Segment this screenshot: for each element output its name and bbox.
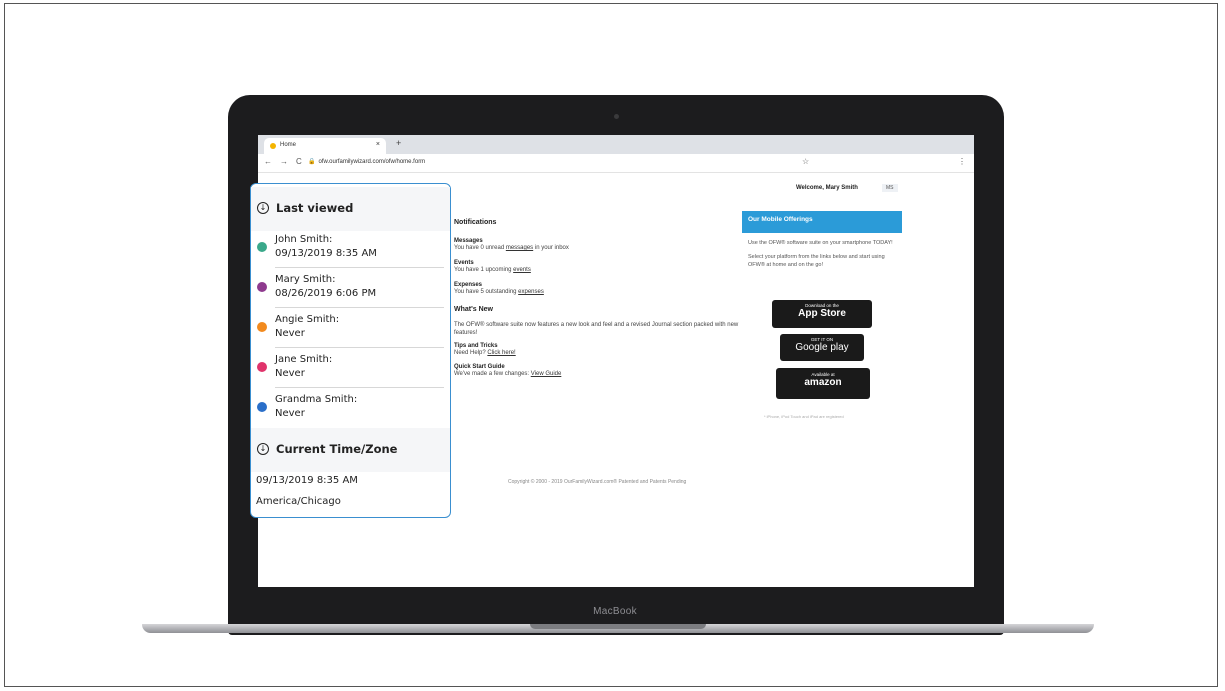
browser-menu-icon[interactable]: ⋮	[958, 157, 966, 166]
color-dot	[257, 322, 267, 332]
list-item[interactable]: Mary Smith: 08/26/2019 6:06 PM	[251, 268, 450, 308]
tips-link[interactable]: Click here!	[487, 350, 515, 356]
expenses-link[interactable]: expenses	[518, 289, 544, 295]
expenses-text: You have 5 outstanding expenses	[454, 288, 744, 296]
events-prefix: You have 1 upcoming	[454, 267, 514, 273]
download-circle-icon: ↓	[257, 443, 269, 455]
list-item[interactable]: Grandma Smith: Never	[251, 388, 450, 428]
events-text: You have 1 upcoming events	[454, 266, 744, 274]
whats-new-text: The OFW® software suite now features a n…	[454, 322, 739, 336]
last-viewed-header: ↓ Last viewed	[251, 187, 450, 231]
tab-title: Home	[280, 142, 297, 148]
new-tab-icon[interactable]: +	[396, 138, 401, 148]
notifications-title: Notifications	[454, 219, 497, 226]
app-store-badge[interactable]: Download on the App Store	[772, 300, 872, 328]
app-store-label: App Store	[798, 308, 846, 319]
color-dot	[257, 242, 267, 252]
messages-suffix: in your inbox	[533, 245, 569, 251]
user-name: John Smith:	[275, 234, 333, 245]
back-icon[interactable]: ←	[264, 157, 272, 166]
google-play-badge[interactable]: GET IT ON Google play	[780, 334, 864, 361]
guide-link[interactable]: View Guide	[531, 371, 562, 377]
list-item[interactable]: Jane Smith: Never	[251, 348, 450, 388]
welcome-text: Welcome, Mary Smith	[796, 185, 858, 191]
mobile-offerings-title: Our Mobile Offerings	[742, 211, 902, 233]
user-name: Mary Smith:	[275, 274, 336, 285]
user-badge[interactable]: MS	[882, 184, 898, 192]
amazon-badge[interactable]: Available at amazon	[776, 368, 870, 399]
laptop-notch	[530, 624, 706, 629]
close-tab-icon[interactable]: ×	[376, 141, 380, 148]
last-viewed-title: Last viewed	[276, 201, 354, 215]
mobile-footnote: * iPhone, iPod Touch and iPad are regist…	[764, 414, 844, 419]
messages-prefix: You have 0 unread	[454, 245, 506, 251]
current-time-header: ↓ Current Time/Zone	[251, 428, 450, 472]
mobile-line-2: Select your platform from the links belo…	[748, 254, 885, 268]
expenses-prefix: You have 5 outstanding	[454, 289, 519, 295]
camera-icon	[614, 114, 619, 119]
last-viewed-time: Never	[275, 408, 305, 419]
last-viewed-time: 09/13/2019 8:35 AM	[275, 248, 377, 259]
bookmark-star-icon[interactable]: ☆	[802, 157, 809, 166]
user-name: Angie Smith:	[275, 314, 340, 325]
download-circle-icon: ↓	[257, 202, 269, 214]
color-dot	[257, 402, 267, 412]
google-play-label: Google play	[795, 342, 849, 353]
browser-tab-bar: Home × +	[258, 135, 974, 154]
mobile-line-1: Use the OFW® software suite on your smar…	[748, 240, 893, 246]
messages-link[interactable]: messages	[506, 245, 533, 251]
user-name: Grandma Smith:	[275, 394, 358, 405]
reload-icon[interactable]: C	[296, 157, 302, 166]
laptop-brand-label: MacBook	[593, 606, 637, 617]
last-viewed-time: Never	[275, 328, 305, 339]
color-dot	[257, 282, 267, 292]
main-content: Notifications Messages You have 0 unread…	[454, 215, 744, 378]
favicon-icon	[270, 143, 276, 149]
forward-icon[interactable]: →	[280, 157, 288, 166]
url-text: ofw.ourfamilywizard.com/ofw/home.form	[318, 159, 426, 165]
address-bar[interactable]: 🔒 ofw.ourfamilywizard.com/ofw/home.form	[308, 158, 425, 165]
list-item[interactable]: John Smith: 09/13/2019 8:35 AM	[251, 228, 450, 268]
tips-text: Need Help? Click here!	[454, 349, 744, 357]
current-time-title: Current Time/Zone	[276, 442, 398, 456]
messages-text: You have 0 unread messages in your inbox	[454, 244, 744, 252]
mobile-offerings: Our Mobile Offerings Use the OFW® softwa…	[742, 211, 902, 419]
last-viewed-time: 08/26/2019 6:06 PM	[275, 288, 377, 299]
copyright-text: Copyright © 2000 - 2019 OurFamilyWizard.…	[508, 479, 687, 485]
guide-text: We've made a few changes: View Guide	[454, 370, 744, 378]
timezone-value: America/Chicago	[256, 496, 341, 507]
lock-icon: 🔒	[308, 159, 316, 165]
color-dot	[257, 362, 267, 372]
guide-prefix: We've made a few changes:	[454, 371, 531, 377]
browser-tab[interactable]: Home ×	[264, 138, 386, 154]
amazon-label: amazon	[804, 377, 842, 388]
last-viewed-panel: ↓ Last viewed John Smith: 09/13/2019 8:3…	[250, 183, 451, 518]
events-link[interactable]: events	[513, 267, 531, 273]
user-name: Jane Smith:	[275, 354, 333, 365]
whats-new-title: What's New	[454, 306, 494, 313]
current-time-value: 09/13/2019 8:35 AM	[256, 475, 358, 486]
tips-prefix: Need Help?	[454, 350, 488, 356]
list-item[interactable]: Angie Smith: Never	[251, 308, 450, 348]
last-viewed-time: Never	[275, 368, 305, 379]
browser-toolbar: ← → C 🔒 ofw.ourfamilywizard.com/ofw/home.…	[258, 154, 974, 173]
